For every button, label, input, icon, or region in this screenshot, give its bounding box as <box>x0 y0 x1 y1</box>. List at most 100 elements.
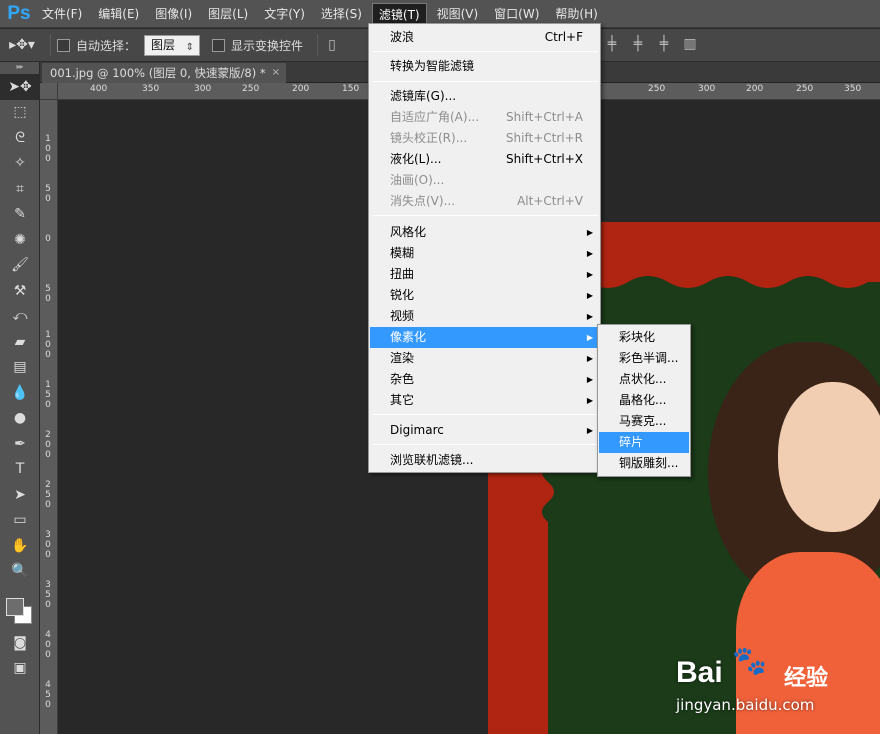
auto-align-icon[interactable]: ▥ <box>682 33 698 55</box>
panel-grip-icon[interactable]: ▸▸ <box>0 62 39 74</box>
photoshop-logo: Ps <box>7 2 31 24</box>
watermark-url: jingyan.baidu.com <box>676 696 815 714</box>
menu-item-label: 风格化 <box>390 225 427 239</box>
ruler-label: 250 <box>242 84 260 94</box>
menu-help[interactable]: 帮助(H) <box>549 3 603 25</box>
foreground-color-swatch[interactable] <box>6 598 24 616</box>
menu-item-other[interactable]: 其它 ▶ <box>370 390 599 411</box>
ruler-label: 300 <box>194 84 212 94</box>
menu-item-oil-paint[interactable]: 油画(O)... <box>370 170 599 191</box>
menu-item-shortcut: Shift+Ctrl+X <box>506 152 583 166</box>
brush-tool-icon[interactable]: 🖌 <box>0 253 40 279</box>
menu-item-label: 浏览联机滤镜... <box>390 453 474 467</box>
menu-item-noise[interactable]: 杂色 ▶ <box>370 369 599 390</box>
menu-item-digimarc[interactable]: Digimarc ▶ <box>370 420 599 441</box>
auto-select-checkbox[interactable] <box>57 38 70 52</box>
zoom-tool-icon[interactable]: 🔍 <box>0 559 40 585</box>
history-brush-tool-icon[interactable]: ⤺ <box>0 304 40 330</box>
auto-select-dropdown[interactable]: 图层 ⇕ <box>144 34 201 56</box>
distribute-center-icon[interactable]: ╪ <box>630 33 646 55</box>
blur-tool-icon[interactable]: 💧 <box>0 380 40 406</box>
submenu-item-mezzotint[interactable]: 铜版雕刻... <box>599 453 689 474</box>
menu-item-browse-filters-online[interactable]: 浏览联机滤镜... <box>370 450 599 471</box>
menu-item-sharpen[interactable]: 锐化 ▶ <box>370 285 599 306</box>
submenu-arrow-icon: ▶ <box>586 426 593 435</box>
menu-type[interactable]: 文字(Y) <box>258 3 311 25</box>
menu-item-label: 转换为智能滤镜 <box>390 59 475 73</box>
distribute-left-icon[interactable]: ╪ <box>604 33 620 55</box>
clone-stamp-tool-icon[interactable]: ⚒ <box>0 278 40 304</box>
crop-tool-icon[interactable]: ⌗ <box>0 176 40 202</box>
menu-item-blur[interactable]: 模糊 ▶ <box>370 243 599 264</box>
menu-item-convert-smart-filters[interactable]: 转换为智能滤镜 <box>370 56 599 77</box>
quick-mask-icon[interactable]: ◙ <box>0 630 40 656</box>
align-top-icon[interactable]: ▯ <box>324 34 340 56</box>
submenu-arrow-icon: ▶ <box>586 228 593 237</box>
document-tab[interactable]: 001.jpg @ 100% (图层 0, 快速蒙版/8) * × <box>42 63 286 83</box>
eyedropper-tool-icon[interactable]: ✎ <box>0 202 40 228</box>
path-selection-tool-icon[interactable]: ➤ <box>0 482 40 508</box>
submenu-item-fragment[interactable]: 碎片 <box>599 432 689 453</box>
menu-item-render[interactable]: 渲染 ▶ <box>370 348 599 369</box>
vertical-ruler[interactable]: 100 50 0 50 100 150 200 250 300 350 400 … <box>40 100 58 734</box>
menu-select[interactable]: 选择(S) <box>315 3 368 25</box>
pen-tool-icon[interactable]: ✒ <box>0 431 40 457</box>
submenu-item-crystallize[interactable]: 晶格化... <box>599 390 689 411</box>
submenu-item-mosaic[interactable]: 马赛克... <box>599 411 689 432</box>
ruler-label: 250 <box>648 84 666 94</box>
move-tool-preset-icon[interactable]: ▸✥▾ <box>0 30 44 60</box>
menu-item-label: 消失点(V)... <box>390 194 456 208</box>
submenu-arrow-icon: ▶ <box>586 375 593 384</box>
menu-item-label: 锐化 <box>390 288 415 302</box>
dodge-tool-icon[interactable]: ● <box>0 406 40 432</box>
menu-item-stylize[interactable]: 风格化 ▶ <box>370 222 599 243</box>
menu-item-last-filter[interactable]: 波浪 Ctrl+F <box>370 27 599 48</box>
menu-layer[interactable]: 图层(L) <box>202 3 254 25</box>
menu-item-vanishing-point[interactable]: 消失点(V)... Alt+Ctrl+V <box>370 191 599 212</box>
magic-wand-tool-icon[interactable]: ✧ <box>0 151 40 177</box>
menu-item-label: 渲染 <box>390 351 415 365</box>
menu-file[interactable]: 文件(F) <box>36 3 88 25</box>
ruler-label-v: 250 <box>45 480 51 510</box>
menu-separator <box>373 51 598 52</box>
healing-brush-tool-icon[interactable]: ✺ <box>0 227 40 253</box>
menu-filter[interactable]: 滤镜(T) <box>371 2 427 25</box>
ruler-label: 350 <box>142 84 160 94</box>
move-tool-icon[interactable]: ➤✥ <box>0 74 40 100</box>
lasso-tool-icon[interactable]: ᘓ <box>0 125 40 151</box>
ruler-label-v: 350 <box>45 580 51 610</box>
menu-edit[interactable]: 编辑(E) <box>92 3 145 25</box>
menu-view[interactable]: 视图(V) <box>431 3 485 25</box>
menu-item-liquify[interactable]: 液化(L)... Shift+Ctrl+X <box>370 149 599 170</box>
screen-mode-icon[interactable]: ▣ <box>0 656 40 682</box>
shape-tool-icon[interactable]: ▭ <box>0 508 40 534</box>
close-icon[interactable]: × <box>272 63 280 83</box>
menu-window[interactable]: 窗口(W) <box>488 3 545 25</box>
ruler-label-v: 100 <box>45 134 51 164</box>
type-tool-icon[interactable]: T <box>0 457 40 483</box>
ruler-label-v: 50 <box>45 184 51 204</box>
menu-item-video[interactable]: 视频 ▶ <box>370 306 599 327</box>
submenu-item-pointillize[interactable]: 点状化... <box>599 369 689 390</box>
ruler-label: 300 <box>698 84 716 94</box>
menu-item-shortcut: Shift+Ctrl+A <box>506 110 583 124</box>
menu-image[interactable]: 图像(I) <box>149 3 198 25</box>
marquee-tool-icon[interactable]: ⬚ <box>0 100 40 126</box>
menu-item-adaptive-wide-angle[interactable]: 自适应广角(A)... Shift+Ctrl+A <box>370 107 599 128</box>
menu-item-lens-correction[interactable]: 镜头校正(R)... Shift+Ctrl+R <box>370 128 599 149</box>
show-transform-checkbox[interactable] <box>212 38 226 52</box>
menu-item-filter-gallery[interactable]: 滤镜库(G)... <box>370 86 599 107</box>
ruler-corner[interactable] <box>40 83 58 100</box>
menu-item-pixelate[interactable]: 像素化 ▶ <box>370 327 599 348</box>
submenu-item-color-halftone[interactable]: 彩色半调... <box>599 348 689 369</box>
show-transform-label: 显示变换控件 <box>231 38 304 53</box>
submenu-item-color-halftone-block[interactable]: 彩块化 <box>599 327 689 348</box>
filter-menu: 波浪 Ctrl+F 转换为智能滤镜 滤镜库(G)... 自适应广角(A)... … <box>368 23 601 473</box>
distribute-right-icon[interactable]: ╪ <box>656 33 672 55</box>
eraser-tool-icon[interactable]: ▰ <box>0 329 40 355</box>
hand-tool-icon[interactable]: ✋ <box>0 533 40 559</box>
menu-item-distort[interactable]: 扭曲 ▶ <box>370 264 599 285</box>
gradient-tool-icon[interactable]: ▤ <box>0 355 40 381</box>
menu-item-label: 滤镜库(G)... <box>390 89 457 103</box>
menu-item-label: 波浪 <box>390 30 415 44</box>
